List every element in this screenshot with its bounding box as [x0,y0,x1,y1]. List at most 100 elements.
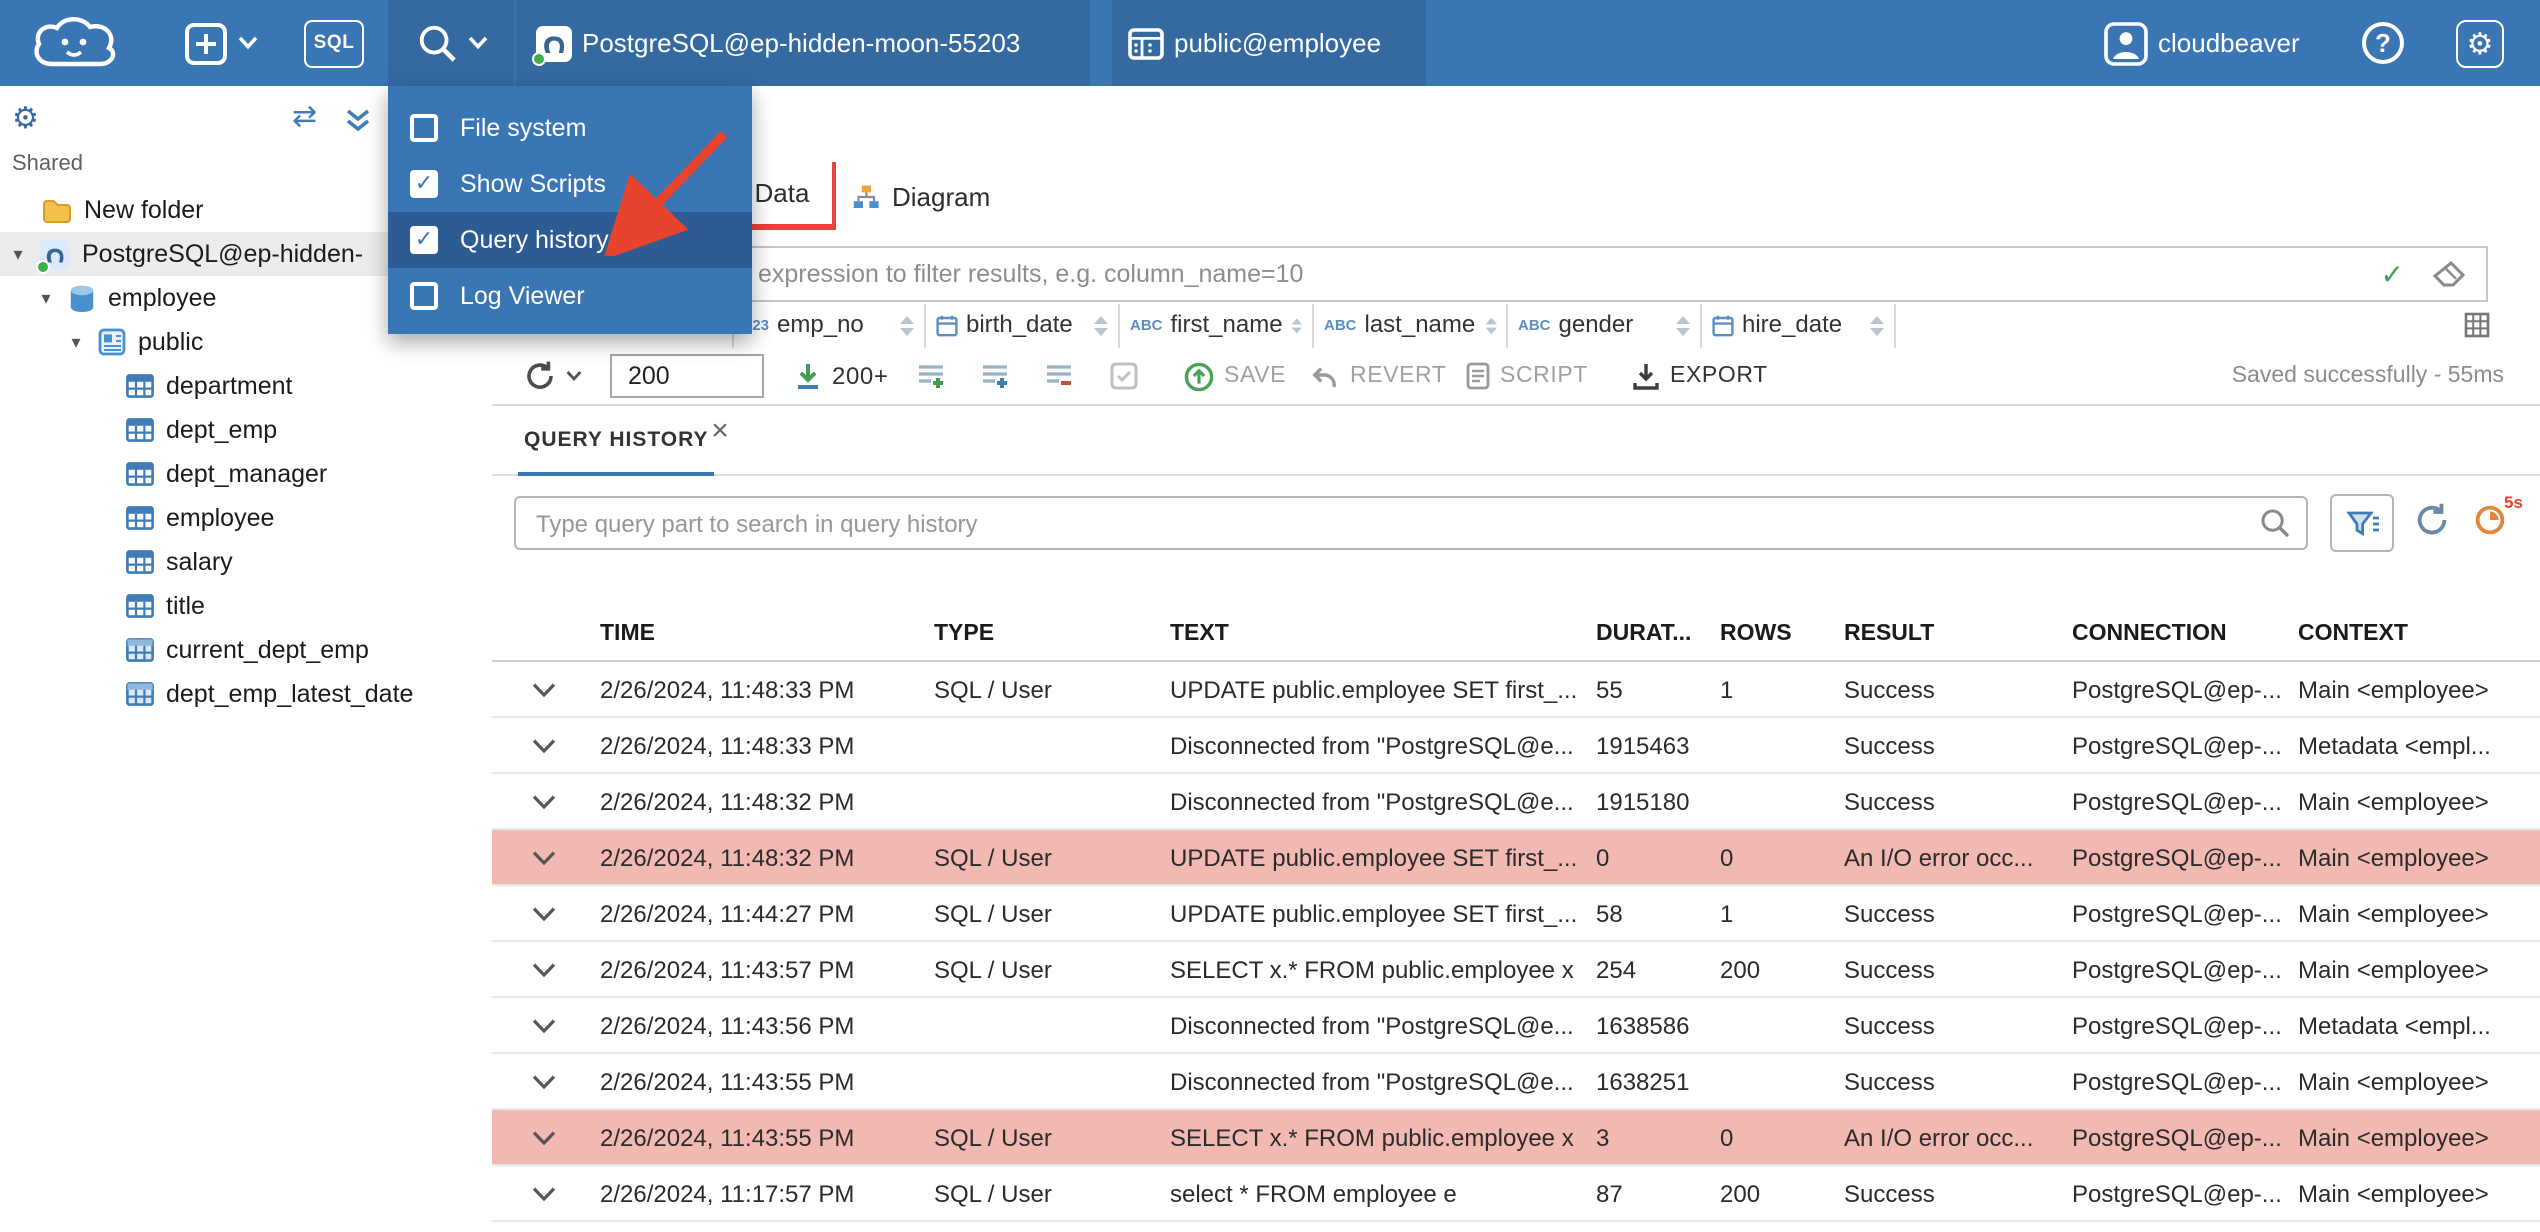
query-history-row[interactable]: 2/26/2024, 11:43:56 PM Disconnected from… [492,998,2540,1054]
save-button[interactable]: SAVE [1184,348,1286,404]
revert-button[interactable]: REVERT [1310,348,1447,404]
menu-item-log-viewer[interactable]: Log Viewer [388,268,752,324]
column-header-text[interactable]: TEXT [1170,621,1596,645]
cell-duration: 55 [1596,675,1623,703]
grid-column-header[interactable]: ABC first_name [1120,304,1314,348]
script-button[interactable]: SCRIPT [1466,348,1588,404]
refresh-result-button[interactable] [524,348,582,404]
settings-button[interactable]: ⚙ [2456,0,2504,86]
grid-column-header[interactable]: 123 emp_no [732,304,926,348]
sort-icon[interactable] [898,314,916,338]
delete-row-button[interactable] [1044,348,1074,404]
column-header-rows[interactable]: ROWS [1720,621,1844,645]
query-history-row-error[interactable]: 2/26/2024, 11:43:55 PM SQL / User SELECT… [492,1110,2540,1166]
menu-item-file-system[interactable]: File system [388,100,752,156]
expand-row-icon[interactable] [492,737,600,753]
fetch-more-button[interactable]: 200+ [794,348,888,404]
expand-chevron-icon[interactable]: ▾ [36,287,56,309]
query-history-row[interactable]: 2/26/2024, 11:17:57 PM SQL / User select… [492,1166,2540,1222]
tree-item-table[interactable]: salary [0,540,492,584]
query-history-row[interactable]: 2/26/2024, 11:48:32 PM Disconnected from… [492,774,2540,830]
tree-item-view[interactable]: dept_emp_latest_date [0,672,492,716]
tree-item-label: department [166,372,293,400]
expand-row-icon[interactable] [492,681,600,697]
sort-icon[interactable] [1868,314,1886,338]
export-button[interactable]: EXPORT [1632,348,1768,404]
tree-item-table[interactable]: title [0,584,492,628]
grid-column-header[interactable]: ABC last_name [1314,304,1508,348]
clear-filter-icon[interactable] [2432,260,2466,288]
column-header-context[interactable]: CONTEXT [2298,621,2540,645]
sort-icon[interactable] [1674,314,1692,338]
query-history-search-input[interactable] [514,496,2308,550]
collapse-all-icon[interactable] [344,106,372,134]
string-type-icon: ABC [1130,316,1163,334]
sort-icon[interactable] [1483,314,1498,338]
expand-row-icon[interactable] [492,961,600,977]
column-header-time[interactable]: TIME [600,621,934,645]
expand-row-icon[interactable] [492,793,600,809]
schema-selector[interactable]: public@employee [1112,0,1426,86]
sql-editor-button[interactable]: SQL [304,0,364,86]
connection-selector[interactable]: PostgreSQL@ep-hidden-moon-55203 [516,0,1090,86]
query-history-row[interactable]: 2/26/2024, 11:48:33 PM SQL / User UPDATE… [492,662,2540,718]
expand-chevron-icon[interactable]: ▾ [8,243,28,265]
checkbox-unchecked[interactable] [410,114,438,142]
new-object-button[interactable] [184,0,258,86]
apply-filter-icon[interactable]: ✓ [2381,257,2404,291]
menu-item-query-history[interactable]: ✓ Query history [388,212,752,268]
tab-diagram[interactable]: Diagram [852,162,990,230]
tree-item-table[interactable]: department [0,364,492,408]
funnel-icon [2345,510,2378,536]
column-header-duration[interactable]: DURAT... [1596,621,1720,645]
user-menu[interactable]: cloudbeaver [2104,0,2300,86]
sort-icon[interactable] [1291,314,1304,338]
grid-column-header[interactable]: hire_date [1702,304,1896,348]
sidebar-settings-icon[interactable]: ⚙ [12,100,39,136]
checkbox-unchecked[interactable] [410,282,438,310]
checkbox-checked[interactable]: ✓ [410,226,438,254]
expand-row-icon[interactable] [492,1185,600,1201]
query-history-row[interactable]: 2/26/2024, 11:44:27 PM SQL / User UPDATE… [492,886,2540,942]
grid-column-header[interactable]: birth_date [926,304,1120,348]
tree-item-view[interactable]: current_dept_emp [0,628,492,672]
sync-connection-icon[interactable]: ⇄ [292,98,317,134]
filter-input[interactable] [734,260,2381,288]
cell-text: SELECT x.* FROM public.employee x [1170,955,1574,983]
add-row-button[interactable] [916,348,946,404]
expand-row-icon[interactable] [492,849,600,865]
apply-changes-button[interactable] [1110,348,1138,404]
auto-refresh-button[interactable] [2472,502,2508,548]
history-filter-button[interactable] [2330,494,2394,552]
column-name: last_name [1364,310,1476,338]
view-menu-trigger[interactable] [388,0,514,86]
column-header-result[interactable]: RESULT [1844,621,2072,645]
fetch-size-input[interactable] [610,354,764,398]
menu-item-show-scripts[interactable]: ✓ Show Scripts [388,156,752,212]
grid-column-header[interactable]: ABC gender [1508,304,1702,348]
tree-item-table[interactable]: dept_emp [0,408,492,452]
grid-view-icon[interactable] [2464,312,2490,348]
expand-row-icon[interactable] [492,1129,600,1145]
query-history-row[interactable]: 2/26/2024, 11:48:33 PM Disconnected from… [492,718,2540,774]
duplicate-row-button[interactable] [980,348,1010,404]
query-history-row[interactable]: 2/26/2024, 11:43:57 PM SQL / User SELECT… [492,942,2540,998]
close-icon[interactable]: × [704,413,736,447]
column-header-connection[interactable]: CONNECTION [2072,621,2298,645]
history-refresh-button[interactable] [2414,502,2450,548]
tab-query-history[interactable]: QUERY HISTORY [518,406,715,476]
column-header-type[interactable]: TYPE [934,621,1170,645]
help-button[interactable]: ? [2362,0,2404,86]
query-history-row-error[interactable]: 2/26/2024, 11:48:32 PM SQL / User UPDATE… [492,830,2540,886]
expand-chevron-icon[interactable]: ▾ [66,331,86,353]
search-icon [2260,508,2290,548]
expand-row-icon[interactable] [492,1017,600,1033]
query-history-row[interactable]: 2/26/2024, 11:43:55 PM Disconnected from… [492,1054,2540,1110]
expand-row-icon[interactable] [492,905,600,921]
expand-row-icon[interactable] [492,1073,600,1089]
checkbox-checked[interactable]: ✓ [410,170,438,198]
sort-icon[interactable] [1092,314,1110,338]
tree-item-table[interactable]: dept_manager [0,452,492,496]
tree-item-table[interactable]: employee [0,496,492,540]
cell-result: Success [1844,731,1935,759]
